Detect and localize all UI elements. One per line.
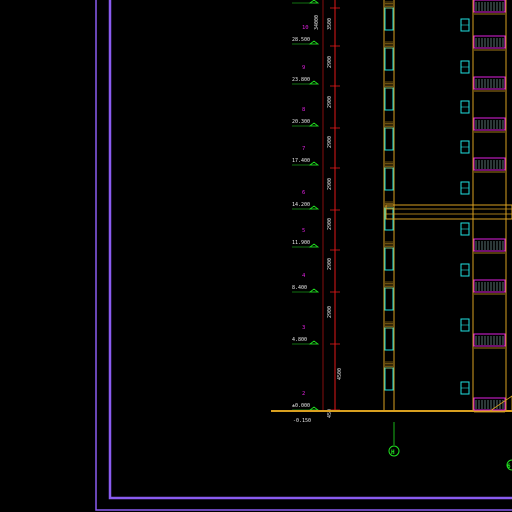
- elevation-marker-icon: [308, 340, 320, 345]
- balcony: [473, 35, 506, 49]
- elevation-value: 20.300: [292, 119, 310, 125]
- elevation-value: 14.200: [292, 202, 310, 208]
- elevation-value: 17.400: [292, 158, 310, 164]
- elevation-marker-icon: [308, 205, 320, 210]
- window: [384, 327, 394, 351]
- elevation-value: 32.400: [292, 0, 310, 2]
- balcony: [473, 0, 506, 13]
- elevation-marker-icon: [308, 161, 320, 166]
- elevation-marker-icon: [308, 243, 320, 248]
- balcony: [473, 238, 506, 252]
- dimension-value: 4500: [337, 368, 343, 380]
- elevation-marker-icon: [308, 406, 320, 411]
- elevation-value: 4.800: [292, 337, 307, 343]
- balcony: [473, 117, 506, 131]
- balcony: [473, 157, 506, 171]
- floor-number: 4: [302, 273, 306, 279]
- floor-number: 7: [302, 146, 305, 152]
- balcony: [473, 76, 506, 90]
- cad-elevation-drawing: 34000 3500 2900 2900 2900 2900 2900 2900 2900 450…: [95, 0, 512, 511]
- dimension-value: 2900: [327, 178, 333, 190]
- dimension-value: 2900: [327, 56, 333, 68]
- balcony: [473, 333, 506, 347]
- cornice-band: [385, 204, 512, 220]
- building-elevation: [383, 0, 512, 413]
- dimension-value: 2900: [327, 96, 333, 108]
- axis-label: H: [391, 449, 395, 456]
- elevation-marker-icon: [308, 80, 320, 85]
- floor-number: 3: [302, 325, 305, 331]
- floor-number: 9: [302, 65, 305, 71]
- elevation-marker-icon: [308, 288, 320, 293]
- elevation-marker-icon: [308, 40, 320, 45]
- window: [384, 167, 394, 191]
- dimension-value: 2900: [327, 218, 333, 230]
- floor-number: 8: [302, 107, 305, 113]
- dimension-value: 2900: [327, 306, 333, 318]
- balcony: [473, 279, 506, 293]
- elevation-marker-icon: [308, 122, 320, 127]
- elevation-value: 23.800: [292, 77, 310, 83]
- dimension-value: 2900: [327, 136, 333, 148]
- window: [384, 7, 394, 31]
- window: [384, 87, 394, 111]
- elevation-value: 8.400: [292, 285, 307, 291]
- elevation-value: ±0.000: [292, 403, 310, 409]
- axis-label-2: 6: [507, 463, 511, 470]
- dimension-value: 3500: [327, 18, 333, 30]
- elevation-value: 11.900: [292, 240, 310, 246]
- elevation-marker-icon: [308, 0, 320, 4]
- floor-number: 10: [302, 25, 309, 31]
- window: [384, 247, 394, 271]
- dimension-value: 34000: [314, 15, 320, 30]
- window: [384, 287, 394, 311]
- floor-number: 5: [302, 228, 305, 234]
- dimension-value: 2900: [327, 258, 333, 270]
- window: [384, 127, 394, 151]
- elevation-value: 28.500: [292, 37, 310, 43]
- below-ground-elevation: -0.150: [293, 418, 311, 424]
- window: [384, 367, 394, 391]
- window: [384, 47, 394, 71]
- floor-number: 6: [302, 190, 305, 196]
- floor-number: 2: [302, 391, 305, 397]
